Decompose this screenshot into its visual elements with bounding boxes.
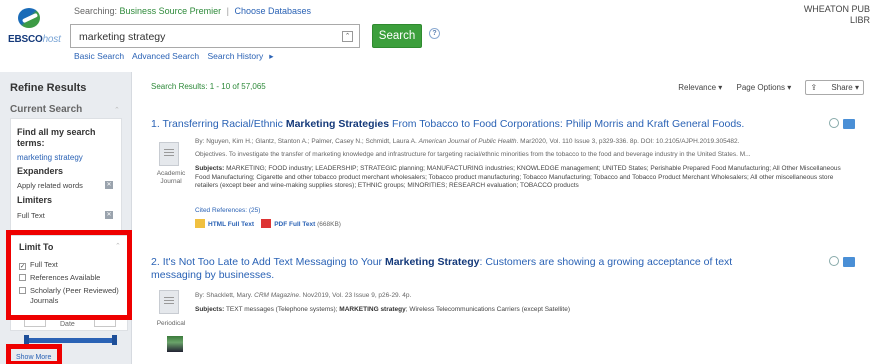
search-button[interactable]: Search — [372, 24, 422, 48]
current-search-panel: Find all my search terms: marketing stra… — [10, 118, 122, 242]
expanders-label: Expanders — [17, 166, 64, 176]
database-name[interactable]: Business Source Premier — [120, 6, 222, 16]
results-count: Search Results: 1 - 10 of 57,065 — [151, 82, 266, 91]
cited-references-link[interactable]: Cited References: (25) — [195, 207, 260, 214]
document-type-label: Academic Journal — [156, 170, 186, 185]
header: EBSCOhost Searching: Business Source Pre… — [0, 0, 874, 62]
find-all-terms-label: Find all my search terms: — [17, 127, 96, 148]
pdf-document-icon — [261, 219, 272, 228]
search-box: ⌃ — [70, 24, 360, 48]
result-title[interactable]: 2. It's Not Too Late to Add Text Messagi… — [151, 256, 781, 282]
remove-limiter-icon[interactable]: ✕ — [105, 211, 113, 219]
result-abstract: Objectives. To investigate the transfer … — [195, 151, 751, 158]
results-toolbar: Relevance ▾ Page Options ▾ ⇪ Share ▾ — [666, 80, 864, 96]
apply-related-words-label: Apply related words — [17, 181, 83, 190]
relevance-dropdown[interactable]: Relevance ▾ — [678, 83, 722, 92]
searching-database-line: Searching: Business Source Premier | Cho… — [74, 6, 312, 16]
result-item: 1. Transferring Racial/Ethnic Marketing … — [151, 118, 861, 238]
result-item: 2. It's Not Too Late to Add Text Messagi… — [151, 256, 861, 364]
page-options-dropdown[interactable]: Page Options ▾ — [737, 83, 792, 92]
advanced-search-link[interactable]: Advanced Search — [132, 51, 199, 61]
result-byline: By: Shacklett, Mary. CRM Magazine. Nov20… — [195, 292, 412, 299]
ebsco-logo[interactable]: EBSCOhost — [8, 6, 61, 50]
html-full-text-link[interactable]: HTML Full Text — [195, 219, 254, 228]
academic-journal-icon — [159, 142, 179, 166]
ebsco-logo-mark-icon — [18, 8, 40, 28]
html-document-icon — [195, 219, 205, 228]
add-to-folder-icon[interactable] — [843, 119, 855, 129]
logo-main-text: EBSCO — [8, 34, 43, 45]
result-subjects: Subjects: TEXT messages (Telephone syste… — [195, 306, 570, 313]
date-slider-handle-end[interactable] — [112, 335, 117, 345]
refine-results-heading: Refine Results — [10, 82, 87, 94]
logo-sub-text: host — [42, 34, 61, 45]
search-assist-icon[interactable]: ⌃ — [342, 31, 353, 42]
choose-databases-link[interactable]: Choose Databases — [234, 6, 311, 16]
date-slider-track[interactable] — [26, 338, 116, 343]
result-tools — [829, 256, 859, 268]
result-title[interactable]: 1. Transferring Racial/Ethnic Marketing … — [151, 118, 861, 131]
date-label: Date — [60, 321, 75, 328]
searching-label: Searching: — [74, 6, 118, 16]
add-to-folder-icon[interactable] — [843, 257, 855, 267]
pdf-full-text-link[interactable]: PDF Full Text — [261, 219, 315, 228]
result-byline: By: Nguyen, Kim H.; Glantz, Stanton A.; … — [195, 138, 740, 145]
remove-expander-icon[interactable]: ✕ — [105, 181, 113, 189]
highlight-box-limit-to — [6, 230, 132, 320]
preview-magnifier-icon[interactable] — [829, 118, 839, 128]
share-button[interactable]: ⇪ Share ▾ — [805, 80, 864, 95]
search-mode-nav: Basic Search Advanced Search Search Hist… — [74, 51, 274, 61]
institution-name: WHEATON PUB LIBR — [803, 4, 870, 25]
full-text-limiter-label: Full Text — [17, 211, 45, 220]
result-subjects: Subjects: MARKETING; FOOD industry; LEAD… — [195, 165, 841, 189]
help-icon[interactable]: ? — [429, 28, 440, 39]
limiters-label: Limiters — [17, 195, 53, 205]
periodical-icon — [159, 290, 179, 314]
search-input[interactable] — [79, 29, 329, 44]
preview-magnifier-icon[interactable] — [829, 256, 839, 266]
refine-sidebar-content: Refine Results Current Search ⌃ Find all… — [0, 72, 132, 364]
search-term-link[interactable]: marketing strategy — [17, 153, 83, 162]
search-history-link[interactable]: Search History — [207, 51, 263, 61]
document-type-label: Periodical — [156, 320, 186, 327]
highlight-box-show-more — [6, 344, 62, 364]
full-text-links: HTML Full Text PDF Full Text (668KB) — [195, 219, 341, 228]
current-search-heading[interactable]: Current Search — [10, 104, 82, 115]
result-tools — [829, 118, 859, 130]
basic-search-link[interactable]: Basic Search — [74, 51, 124, 61]
current-search-collapse-icon[interactable]: ⌃ — [114, 106, 120, 114]
result-thumbnail-image[interactable] — [167, 336, 183, 352]
pdf-size: (668KB) — [317, 221, 341, 228]
